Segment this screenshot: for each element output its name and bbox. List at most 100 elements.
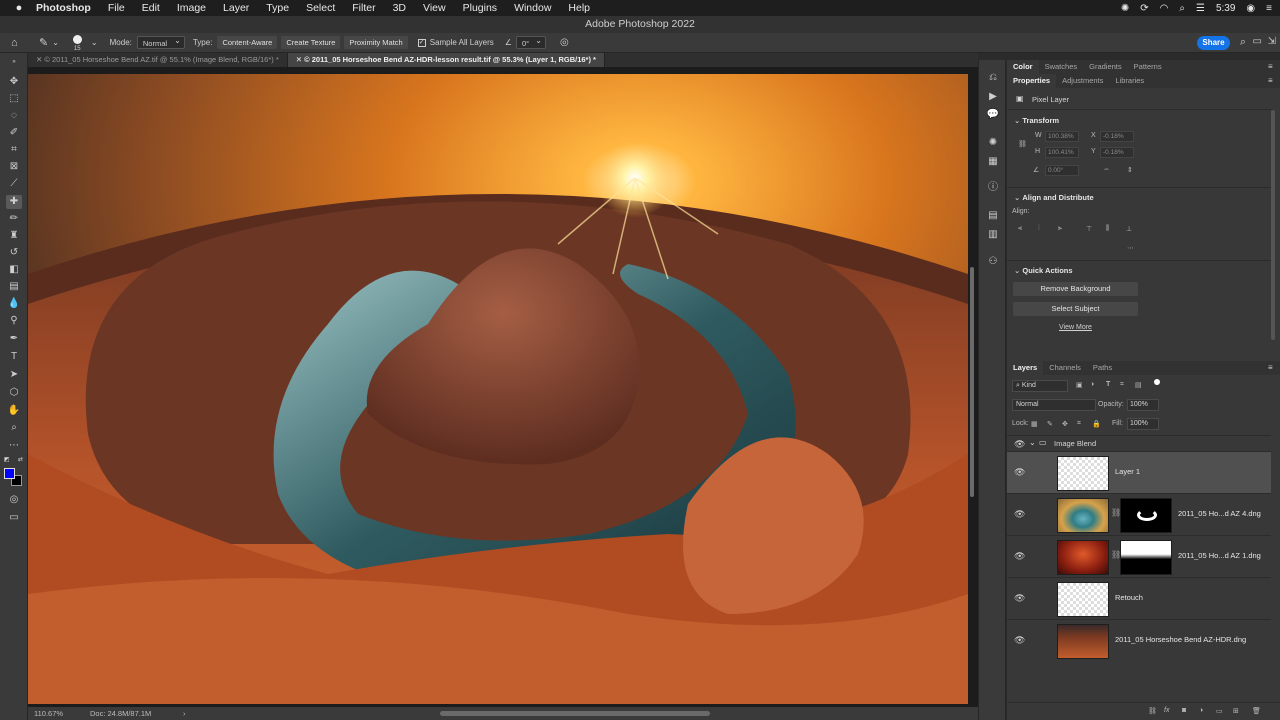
transform-section[interactable]: Transform <box>1014 116 1059 125</box>
marquee-tool-icon[interactable]: ⬚ <box>6 92 22 106</box>
search-icon[interactable]: ⌕ <box>1240 36 1246 49</box>
notification-icon[interactable]: ≡ <box>1266 3 1272 14</box>
hand-tool-icon[interactable]: ✋ <box>6 404 22 418</box>
eye-icon[interactable]: 👁 <box>1014 551 1025 562</box>
brush-settings-icon[interactable]: ✺ <box>986 137 1000 149</box>
flip-vertical-icon[interactable]: ⇕ <box>1127 166 1133 174</box>
view-more-link[interactable]: View More <box>1059 324 1092 331</box>
control-center-icon[interactable]: ☰ <box>1196 3 1205 14</box>
menu-select[interactable]: Select <box>306 2 335 14</box>
new-layer-icon[interactable]: ⊞ <box>1233 707 1239 715</box>
blend-mode-select[interactable]: Normal <box>1012 399 1096 411</box>
tab-layers[interactable]: Layers <box>1007 361 1044 375</box>
canvas-area[interactable] <box>28 67 978 707</box>
pressure-size-icon[interactable]: ◎ <box>560 37 569 48</box>
lock-position-icon[interactable]: ✥ <box>1062 420 1068 428</box>
tab-properties[interactable]: Properties <box>1007 74 1057 88</box>
workspace-icon[interactable]: ▭ <box>1253 36 1262 47</box>
content-aware-button[interactable]: Content-Aware <box>217 36 278 49</box>
align-bottom-icon[interactable]: ⊥ <box>1126 225 1132 233</box>
info-icon[interactable]: ⓘ <box>986 182 1000 194</box>
blur-tool-icon[interactable]: 💧 <box>6 297 22 311</box>
tab-gradients[interactable]: Gradients <box>1083 60 1128 74</box>
more-options-icon[interactable]: ⋯ <box>1127 244 1134 252</box>
close-icon[interactable]: ✕ <box>296 55 304 64</box>
home-icon[interactable]: ⌂ <box>11 37 25 49</box>
menu-filter[interactable]: Filter <box>352 2 375 14</box>
spot-healing-tool-icon[interactable]: ✎ <box>39 36 48 49</box>
y-field[interactable]: -0.18% <box>1100 147 1134 158</box>
add-mask-icon[interactable]: ◙ <box>1182 707 1186 714</box>
tab-channels[interactable]: Channels <box>1043 361 1087 375</box>
fill-field[interactable]: 100% <box>1127 418 1159 430</box>
eraser-tool-icon[interactable]: ◧ <box>6 263 22 277</box>
quick-mask-icon[interactable]: ◎ <box>6 493 22 507</box>
layer-row-hdr-base[interactable]: 👁 2011_05 Horseshoe Bend AZ-HDR.dng <box>1007 619 1271 661</box>
align-top-icon[interactable]: ⊤ <box>1086 225 1092 233</box>
eyedropper-tool-icon[interactable]: ⟋ <box>6 177 22 191</box>
menu-3d[interactable]: 3D <box>393 2 406 14</box>
swap-colors-icon[interactable]: ⇄ <box>18 456 23 463</box>
flip-horizontal-icon[interactable]: ⇔ <box>1103 166 1110 173</box>
menu-view[interactable]: View <box>423 2 446 14</box>
share-button[interactable]: Share <box>1197 36 1230 50</box>
horizontal-scrollbar[interactable] <box>440 711 710 716</box>
opacity-field[interactable]: 100% <box>1127 399 1159 411</box>
character-icon[interactable]: ⚇ <box>986 256 1000 268</box>
vertical-scrollbar[interactable] <box>970 267 974 497</box>
creative-cloud-icon[interactable]: ✺ <box>1121 3 1129 14</box>
screen-mode-icon[interactable]: ▭ <box>6 511 22 525</box>
move-tool-icon[interactable]: ✥ <box>6 75 22 89</box>
layer-row-layer-1[interactable]: 👁 Layer 1 <box>1007 451 1271 493</box>
select-subject-button[interactable]: Select Subject <box>1013 302 1138 316</box>
tab-patterns[interactable]: Patterns <box>1128 60 1168 74</box>
width-field[interactable]: 100.38% <box>1045 131 1079 142</box>
properties-scrollbar[interactable] <box>1271 110 1275 340</box>
tab-paths[interactable]: Paths <box>1087 361 1118 375</box>
clock[interactable]: 5:39 <box>1216 3 1235 14</box>
chevron-down-icon[interactable]: ⌄ <box>91 38 98 47</box>
x-field[interactable]: -0.18% <box>1100 131 1134 142</box>
angle-field[interactable]: 0° <box>515 34 546 49</box>
wifi-icon[interactable]: ◠ <box>1160 3 1169 14</box>
layer-group-image-blend[interactable]: 👁 ⌄ ▭ Image Blend <box>1007 435 1271 451</box>
eye-icon[interactable]: 👁 <box>1014 593 1025 604</box>
sample-all-checkbox[interactable]: ✓ <box>417 38 426 47</box>
filter-toggle[interactable] <box>1154 379 1160 385</box>
tab-color[interactable]: Color <box>1007 60 1039 74</box>
brush-preset-picker[interactable]: 15 <box>71 35 85 52</box>
toolbar-collapse-icon[interactable]: » <box>6 55 22 69</box>
angle-field[interactable]: 0.00° <box>1045 165 1079 176</box>
filter-smart-object-icon[interactable]: ▤ <box>1135 381 1142 389</box>
chevron-down-icon[interactable]: ⌄ <box>1029 438 1036 447</box>
brush-tool-icon[interactable]: ✏ <box>6 212 22 226</box>
align-middle-vertical-icon[interactable]: ⫼ <box>1106 225 1109 233</box>
crop-tool-icon[interactable]: ⌗ <box>6 143 22 157</box>
quick-actions-section[interactable]: Quick Actions <box>1014 266 1072 275</box>
pen-tool-icon[interactable]: ✒ <box>6 332 22 346</box>
search-icon[interactable]: ⌕ <box>1179 3 1185 14</box>
menu-plugins[interactable]: Plugins <box>463 2 497 14</box>
eye-icon[interactable]: 👁 <box>1014 635 1025 646</box>
panel-menu-icon[interactable]: ≡ <box>1268 76 1273 85</box>
chevron-right-icon[interactable]: › <box>183 707 186 720</box>
arrange-icon[interactable]: ⇲ <box>1268 36 1276 47</box>
clone-stamp-tool-icon[interactable]: ♜ <box>6 229 22 243</box>
zoom-level[interactable]: 110.67% <box>34 707 63 720</box>
fx-icon[interactable]: fx <box>1164 707 1169 714</box>
proximity-match-button[interactable]: Proximity Match <box>344 36 408 49</box>
eye-icon[interactable]: 👁 <box>1014 509 1025 520</box>
adjustment-layer-icon[interactable]: ◑ <box>1199 707 1203 714</box>
menu-type[interactable]: Type <box>266 2 289 14</box>
path-select-tool-icon[interactable]: ➤ <box>6 368 22 382</box>
menu-photoshop[interactable]: Photoshop <box>36 2 91 14</box>
align-right-icon[interactable]: ⫸ <box>1058 225 1062 233</box>
menu-image[interactable]: Image <box>177 2 206 14</box>
layer-filter-select[interactable]: ⌕ Kind <box>1012 380 1068 392</box>
link-icon[interactable]: ⛓ <box>1018 140 1027 148</box>
create-texture-button[interactable]: Create Texture <box>281 36 341 49</box>
spot-healing-tool-icon[interactable]: ✚ <box>6 195 22 209</box>
more-tools-icon[interactable]: ⋯ <box>6 439 22 453</box>
zoom-tool-icon[interactable]: ⌕ <box>6 421 22 435</box>
actions-icon[interactable]: ▶ <box>986 91 1000 103</box>
